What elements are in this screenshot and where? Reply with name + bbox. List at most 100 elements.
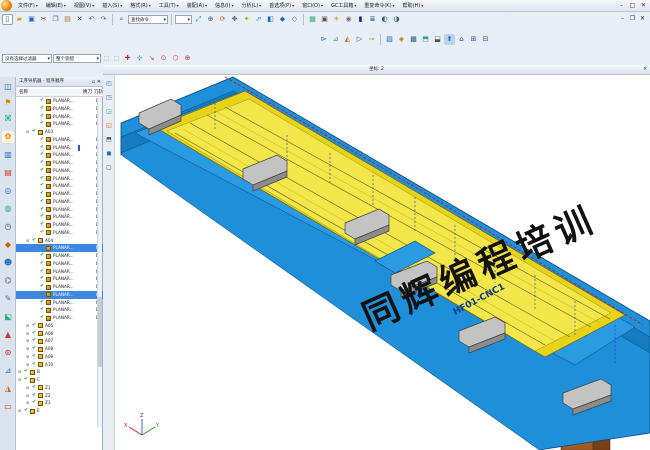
- column-toolpath[interactable]: 刀轨: [94, 89, 103, 97]
- menu-preferences[interactable]: 首选项(P) ▾: [265, 0, 298, 12]
- snap-tangent-icon[interactable]: ⊕: [182, 53, 193, 64]
- menu-help[interactable]: 帮助(H) ▾: [399, 0, 428, 12]
- program-order-icon[interactable]: ⬆: [444, 34, 455, 45]
- expand-toggle-icon[interactable]: ⊞: [18, 376, 21, 384]
- view-clip-icon[interactable]: ⬒: [104, 135, 114, 145]
- shop-doc-icon[interactable]: ⬒: [420, 34, 431, 45]
- program-group-row[interactable]: ⊞ ✔ A10: [16, 361, 103, 369]
- program-group-row[interactable]: ⊞ ✔ A05: [16, 322, 103, 330]
- navigator-pin-icon[interactable]: ▫ ✕: [92, 77, 101, 87]
- geometry-view-icon[interactable]: ⊞: [468, 34, 479, 45]
- program-group-row[interactable]: ⊞ ✔ A04: [16, 237, 103, 245]
- undo-icon[interactable]: ↶: [86, 14, 97, 25]
- operation-row[interactable]: ✔PLANAR...D5: [16, 151, 103, 159]
- expand-toggle-icon[interactable]: ⊞: [26, 392, 29, 400]
- operation-row[interactable]: ✔PLANAR...D5: [16, 175, 103, 183]
- operation-row[interactable]: ✔PLANAR...DB: [16, 105, 103, 113]
- expand-toggle-icon[interactable]: ⊞: [26, 322, 29, 330]
- menu-gc-toolkit[interactable]: GC工具箱 ▾: [327, 0, 360, 12]
- reuse-library-icon[interactable]: ▤: [2, 167, 14, 179]
- operation-row[interactable]: ✔PLANAR...D5: [16, 144, 103, 152]
- process-studio-icon[interactable]: ⌬: [2, 275, 14, 287]
- redo-icon[interactable]: ↷: [98, 14, 109, 25]
- part-navigator-icon[interactable]: ⌘: [2, 113, 14, 125]
- cut-icon[interactable]: ✂: [38, 14, 49, 25]
- material-icon[interactable]: ◉: [343, 14, 354, 25]
- system-materials-icon[interactable]: ◆: [2, 239, 14, 251]
- menu-analysis[interactable]: 分析(L) ▾: [237, 0, 265, 12]
- verify-icon[interactable]: ◈: [396, 34, 407, 45]
- selection-scope-dropdown[interactable]: 整个装配 ▾: [53, 54, 101, 63]
- doc-minimize-button[interactable]: –: [618, 14, 627, 23]
- layout-icon[interactable]: ▦: [307, 14, 318, 25]
- close-button[interactable]: ✕: [639, 1, 648, 10]
- program-group-row[interactable]: ⊞ ✔ Z1: [16, 384, 103, 392]
- hole-icon[interactable]: ⊛: [2, 347, 14, 359]
- create-method-icon[interactable]: ▷: [354, 34, 365, 45]
- operation-row[interactable]: ✔PLANAR...D3: [16, 314, 103, 322]
- menu-view[interactable]: 视图(V) ▾: [70, 0, 98, 12]
- wcs-icon[interactable]: ✦: [241, 14, 252, 25]
- operation-row[interactable]: ✔PLANAR...D5: [16, 190, 103, 198]
- create-program-icon[interactable]: ⊳: [318, 34, 329, 45]
- operation-row[interactable]: ✔PLANAR...DB: [16, 113, 103, 121]
- measure-icon[interactable]: ⊿: [2, 365, 14, 377]
- expand-toggle-icon[interactable]: ⊞: [26, 399, 29, 407]
- operation-row[interactable]: ✔PLANAR...D3: [16, 268, 103, 276]
- expand-toggle-icon[interactable]: ⊞: [26, 353, 29, 361]
- create-geometry-icon[interactable]: ◭: [342, 34, 353, 45]
- machine-icon[interactable]: ⬓: [432, 34, 443, 45]
- menu-edit[interactable]: 编辑(E) ▾: [42, 0, 70, 12]
- expand-toggle-icon[interactable]: ⊞: [26, 330, 29, 338]
- visibility-icon[interactable]: ◐: [379, 14, 390, 25]
- open-icon[interactable]: ▰: [14, 14, 25, 25]
- edge-icon[interactable]: ◇: [289, 14, 300, 25]
- view-shaded-icon[interactable]: ◼: [104, 149, 114, 159]
- layer-icon[interactable]: ≣: [367, 14, 378, 25]
- snap-dropdown[interactable]: ▾: [175, 15, 192, 24]
- expand-toggle-icon[interactable]: ⊞: [26, 237, 29, 245]
- menu-assemblies[interactable]: 装配(A) ▾: [183, 0, 211, 12]
- save-icon[interactable]: ▣: [26, 14, 37, 25]
- machine-navigator-icon[interactable]: ▥: [2, 149, 14, 161]
- menu-tools[interactable]: 工具(T) ▾: [155, 0, 183, 12]
- operation-row[interactable]: ✔PLANAR...D5: [16, 167, 103, 175]
- expand-toggle-icon[interactable]: ⊞: [26, 361, 29, 369]
- history-icon[interactable]: ◷: [2, 221, 14, 233]
- menu-file[interactable]: 文件(F) ▾: [14, 0, 42, 12]
- view-iso-icon[interactable]: ◲: [104, 107, 114, 117]
- close-icon[interactable]: ✕: [643, 65, 647, 75]
- rotate-icon[interactable]: ⟳: [217, 14, 228, 25]
- expand-toggle-icon[interactable]: ⊞: [18, 368, 21, 376]
- model-viewport[interactable]: HF01-CNC1 Z Y X 同辉编程培训: [115, 75, 650, 450]
- expand-toggle-icon[interactable]: ⊞: [26, 384, 29, 392]
- operation-row[interactable]: ✔PLANAR...D5: [16, 159, 103, 167]
- expand-toggle-icon[interactable]: ⊞: [26, 337, 29, 345]
- restore-button[interactable]: □: [628, 1, 637, 10]
- drafting-icon[interactable]: ▭: [2, 401, 14, 413]
- program-group-row[interactable]: ⊞ ✔ B: [16, 368, 103, 376]
- menu-information[interactable]: 信息(I) ▾: [211, 0, 237, 12]
- column-name[interactable]: 名称: [19, 89, 28, 97]
- operation-row[interactable]: ✔PLANAR...D3: [16, 306, 103, 314]
- view-wire-icon[interactable]: ▢: [104, 163, 114, 173]
- operation-row[interactable]: ✔PLANAR...D5: [16, 182, 103, 190]
- pan-icon[interactable]: ✥: [229, 14, 240, 25]
- operation-row[interactable]: ✔PLANAR...DB: [16, 136, 103, 144]
- method-view-icon[interactable]: ⊟: [480, 34, 491, 45]
- chamfer-icon[interactable]: ◮: [2, 383, 14, 395]
- postprocess-icon[interactable]: ▩: [408, 34, 419, 45]
- operation-row[interactable]: ✔PLANAR...D5: [16, 198, 103, 206]
- show-hide-icon[interactable]: ◑: [391, 14, 402, 25]
- program-group-row[interactable]: ⊞ ✔ Z3: [16, 399, 103, 407]
- program-group-row[interactable]: ⊞ ✔ A06: [16, 330, 103, 338]
- constraint-navigator-icon[interactable]: ⚑: [2, 97, 14, 109]
- paste-icon[interactable]: ▤: [62, 14, 73, 25]
- analysis-icon[interactable]: ▲: [2, 329, 14, 341]
- create-tool-icon[interactable]: ⊿: [330, 34, 341, 45]
- expand-toggle-icon[interactable]: ⊞: [26, 345, 29, 353]
- feature-icon[interactable]: ⬕: [2, 311, 14, 323]
- doc-close-button[interactable]: ✕: [638, 14, 647, 23]
- program-group-row[interactable]: ⊞ ✔ C: [16, 376, 103, 384]
- section-icon[interactable]: ◧: [265, 14, 276, 25]
